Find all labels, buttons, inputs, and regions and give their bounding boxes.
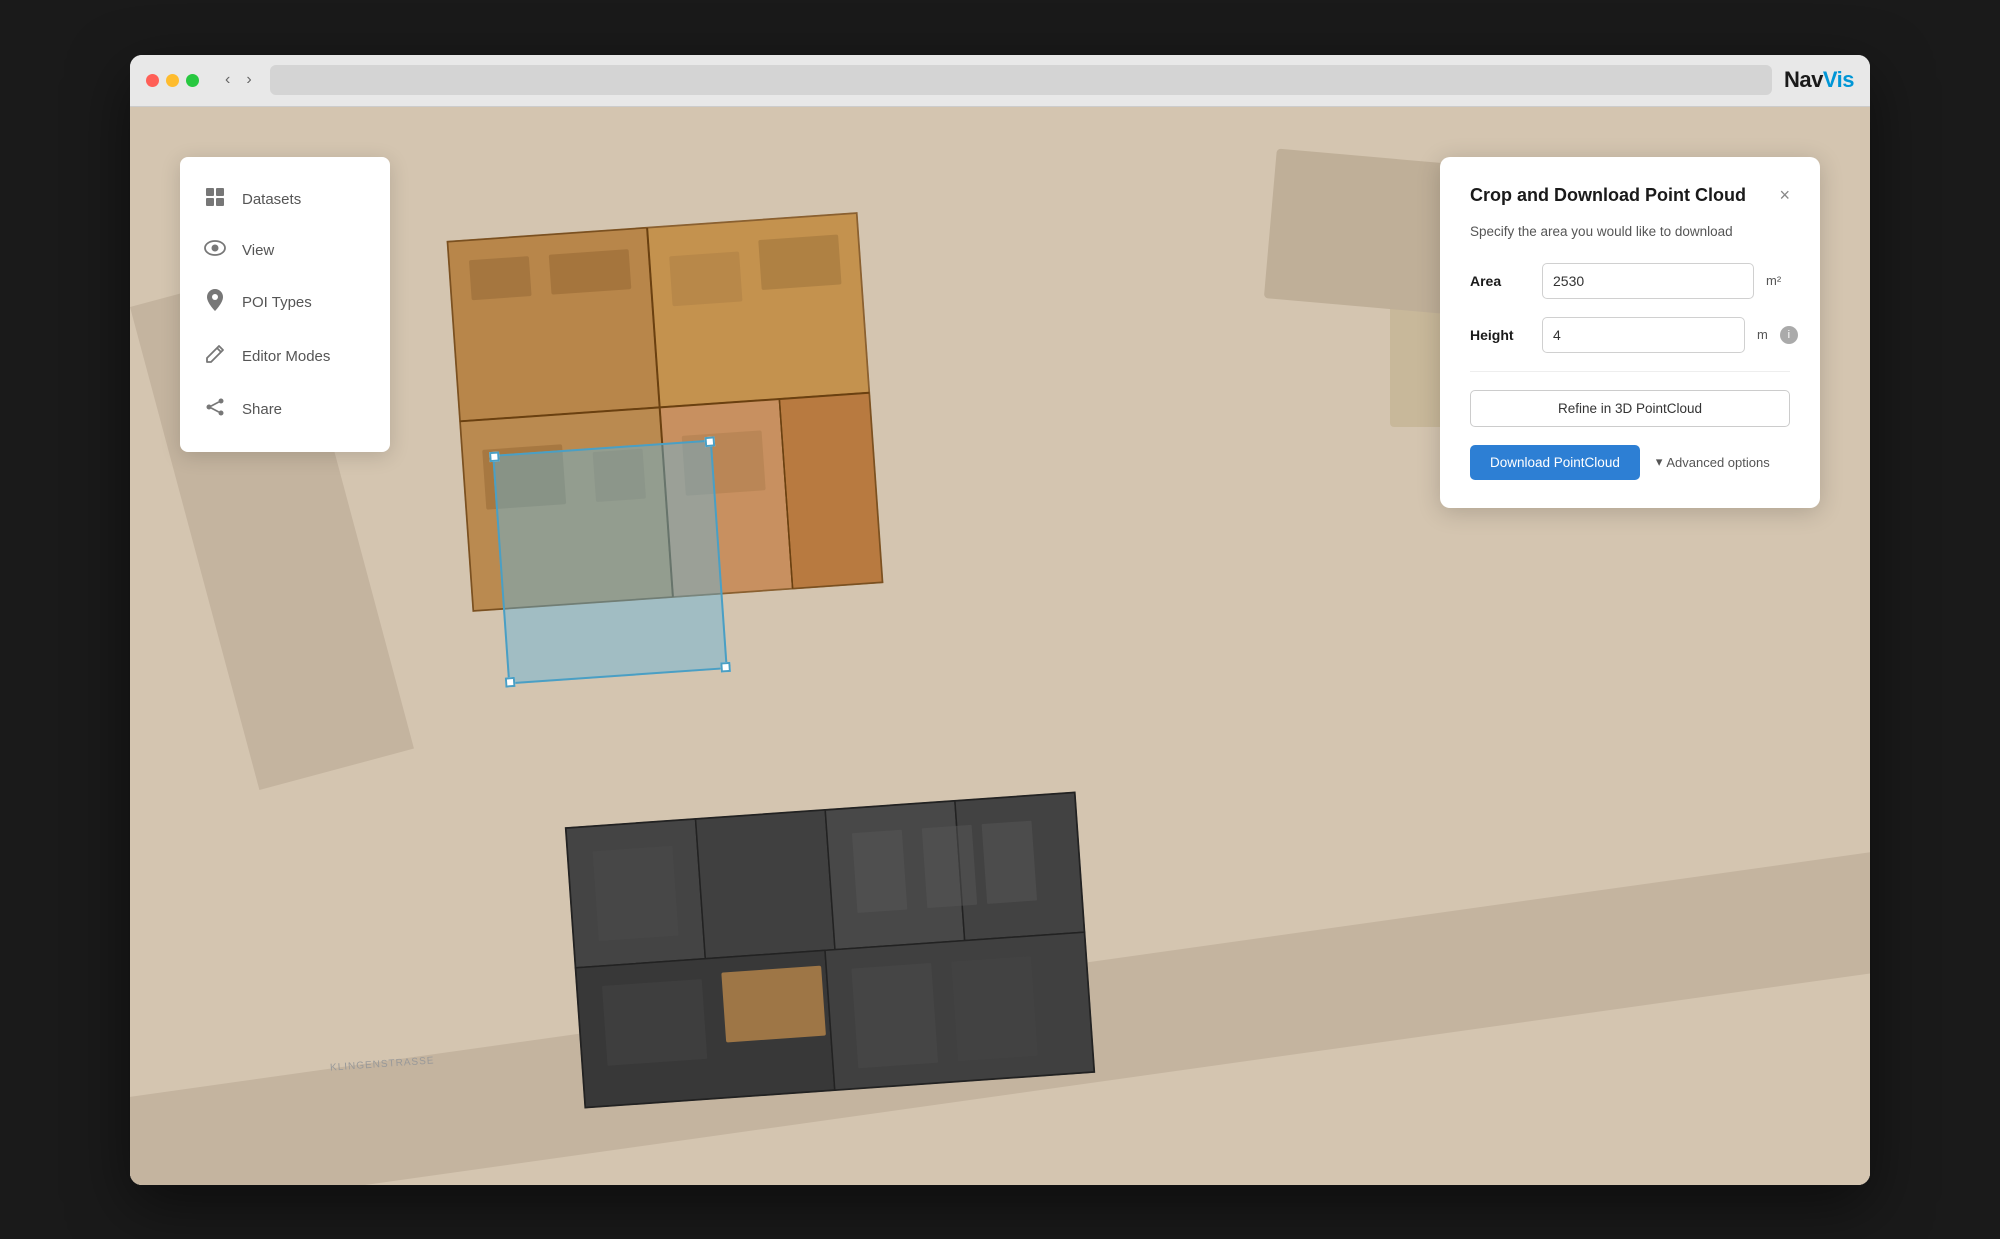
sidebar-label-view: View xyxy=(242,242,274,259)
crop-panel-header: Crop and Download Point Cloud × xyxy=(1470,185,1790,206)
area-field: Area m² xyxy=(1470,263,1790,299)
map-area[interactable]: KLINGENSTRASSE Datasets xyxy=(130,107,1870,1185)
building-lower-svg xyxy=(561,787,1100,1113)
advanced-options-chevron: ▾ xyxy=(1656,454,1663,470)
navvis-logo: NavVis xyxy=(1784,67,1854,93)
area-input[interactable] xyxy=(1542,263,1754,299)
download-button[interactable]: Download PointCloud xyxy=(1470,445,1640,480)
info-icon[interactable]: i xyxy=(1780,326,1798,344)
height-field: Height m i xyxy=(1470,317,1790,353)
sidebar-item-share[interactable]: Share xyxy=(180,383,390,436)
area-unit: m² xyxy=(1766,273,1790,288)
nav-back-button[interactable]: ‹ xyxy=(219,69,236,91)
advanced-options-button[interactable]: ▾ Advanced options xyxy=(1656,454,1770,470)
poi-icon xyxy=(204,289,226,316)
height-label: Height xyxy=(1470,327,1530,343)
refine-button[interactable]: Refine in 3D PointCloud xyxy=(1470,390,1790,427)
selection-handle-bl[interactable] xyxy=(505,676,516,687)
sidebar-label-editor-modes: Editor Modes xyxy=(242,348,330,365)
selection-box[interactable] xyxy=(492,439,728,684)
selection-handle-tr[interactable] xyxy=(705,436,716,447)
share-icon xyxy=(204,397,226,422)
datasets-icon xyxy=(204,187,226,212)
height-input[interactable] xyxy=(1542,317,1745,353)
logo-vis-part: Vis xyxy=(1823,67,1854,92)
divider xyxy=(1470,371,1790,372)
logo-nav-part: Nav xyxy=(1784,67,1823,92)
traffic-light-red[interactable] xyxy=(146,74,159,87)
editor-icon xyxy=(204,344,226,369)
sidebar-item-view[interactable]: View xyxy=(180,226,390,275)
crop-download-panel: Crop and Download Point Cloud × Specify … xyxy=(1440,157,1820,508)
traffic-light-yellow[interactable] xyxy=(166,74,179,87)
sidebar-label-datasets: Datasets xyxy=(242,191,301,208)
browser-chrome: ‹ › NavVis xyxy=(130,55,1870,107)
crop-actions: Download PointCloud ▾ Advanced options xyxy=(1470,445,1790,480)
crop-panel-subtitle: Specify the area you would like to downl… xyxy=(1470,224,1790,239)
height-unit: m xyxy=(1757,327,1768,342)
address-bar[interactable] xyxy=(270,65,1772,95)
sidebar-item-poi-types[interactable]: POI Types xyxy=(180,275,390,330)
sidebar-item-editor-modes[interactable]: Editor Modes xyxy=(180,330,390,383)
traffic-lights xyxy=(146,74,199,87)
selection-handle-br[interactable] xyxy=(720,661,731,672)
traffic-light-green[interactable] xyxy=(186,74,199,87)
sidebar-label-share: Share xyxy=(242,401,282,418)
view-icon xyxy=(204,240,226,261)
browser-window: ‹ › NavVis xyxy=(130,55,1870,1185)
sidebar-item-datasets[interactable]: Datasets xyxy=(180,173,390,226)
crop-panel-title: Crop and Download Point Cloud xyxy=(1470,185,1746,206)
advanced-options-label: Advanced options xyxy=(1666,455,1769,470)
nav-forward-button[interactable]: › xyxy=(240,69,257,91)
close-button[interactable]: × xyxy=(1779,186,1790,204)
area-label: Area xyxy=(1470,273,1530,289)
sidebar-label-poi-types: POI Types xyxy=(242,294,312,311)
nav-buttons: ‹ › xyxy=(219,69,258,91)
selection-handle-tl[interactable] xyxy=(489,451,500,462)
sidebar-panel: Datasets View xyxy=(180,157,390,452)
